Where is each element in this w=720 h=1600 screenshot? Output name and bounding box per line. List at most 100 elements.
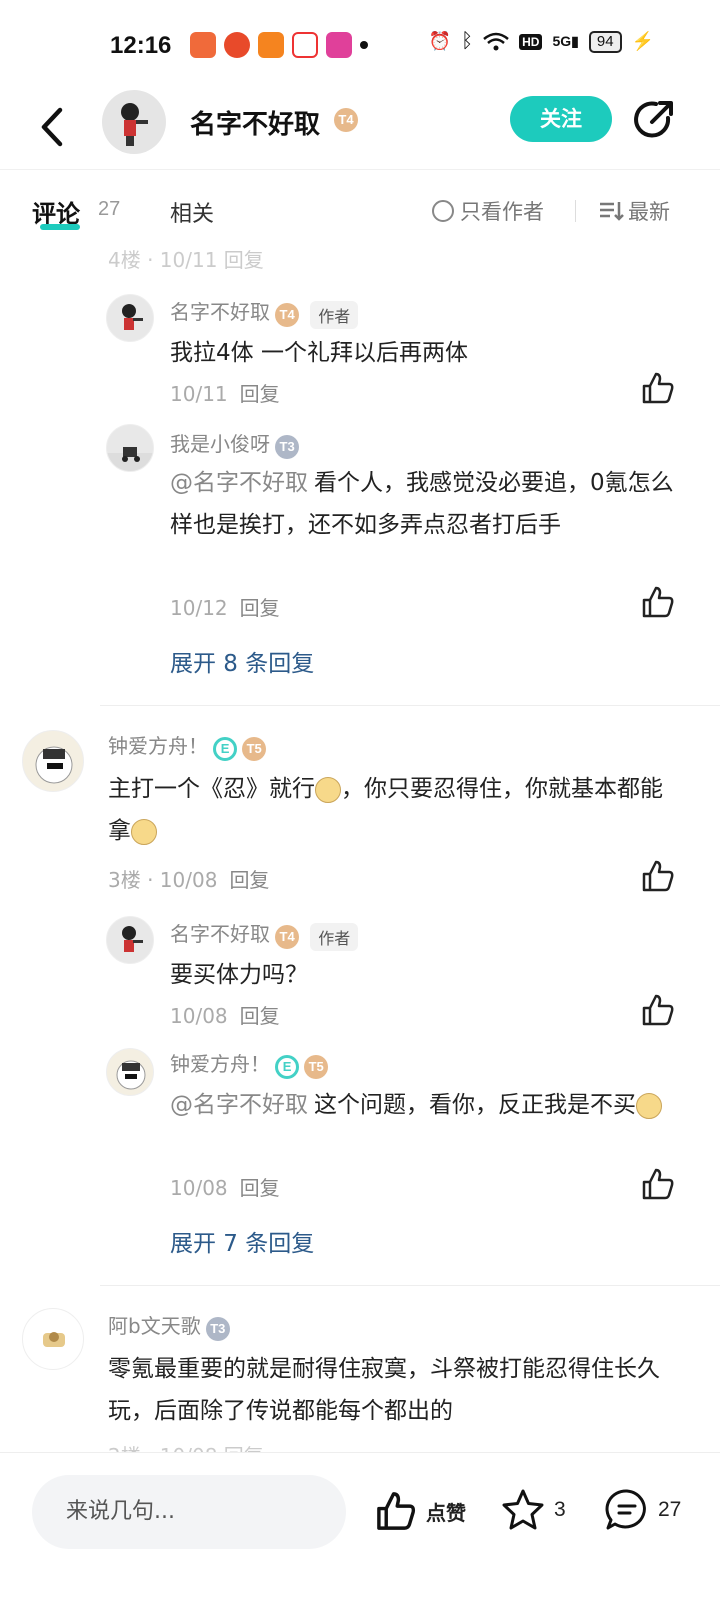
level-badge: T4 — [334, 108, 358, 132]
status-time: 12:16 — [110, 32, 172, 59]
reply-header: 名字不好取 T4 作者 — [170, 918, 359, 951]
comment-text: 主打一个《忍》就行 ，你只要忍得住，你就基本都能拿 — [108, 768, 668, 852]
divider — [575, 200, 576, 222]
level-badge: T5 — [242, 736, 267, 761]
reply-text: 要买体力吗？ — [170, 962, 308, 988]
app-icon — [190, 32, 216, 58]
like-icon[interactable] — [640, 370, 676, 406]
star-icon — [502, 1489, 544, 1530]
tab-related[interactable]: 相关 — [170, 196, 214, 228]
avatar[interactable] — [106, 424, 154, 472]
notification-icons — [190, 32, 368, 58]
comment-meta: 3楼 · 10/08 回复 — [108, 864, 269, 893]
bottom-action-bar: 来说几句... 点赞 3 27 — [0, 1452, 720, 1600]
hd-icon: HD — [519, 33, 543, 50]
divider — [100, 705, 720, 706]
reply-date: 10/11 — [170, 382, 228, 406]
status-bar: 12:16 ⏰ ᛒ HD 5G▮ 94 ⚡ — [0, 0, 720, 90]
username[interactable]: 阿b文天歌 — [108, 1314, 201, 1338]
expand-replies-button[interactable]: 展开 8 条回复 — [170, 644, 314, 678]
sort-toggle[interactable]: 最新 — [598, 196, 670, 226]
comment-header: 阿b文天歌 T3 — [108, 1310, 230, 1341]
reply-button[interactable]: 回复 — [240, 1176, 280, 1200]
app-icon — [258, 32, 284, 58]
divider — [100, 1285, 720, 1286]
emoji-icon — [636, 1092, 662, 1119]
avatar[interactable] — [106, 916, 154, 964]
avatar[interactable] — [106, 1048, 154, 1096]
floor-date: 3楼 · 10/08 — [108, 868, 218, 892]
comments-button[interactable]: 27 — [604, 1487, 681, 1533]
username[interactable]: 钟爱方舟！ — [108, 734, 208, 758]
mention-link[interactable]: @名字不好取 — [170, 1092, 308, 1118]
reply-date: 10/12 — [170, 596, 228, 620]
avatar[interactable] — [22, 1308, 84, 1370]
level-badge: T5 — [304, 1054, 329, 1079]
comment-total: 27 — [658, 1498, 682, 1521]
bluetooth-icon: ᛒ — [461, 30, 474, 52]
comment-bubble-icon — [605, 1489, 646, 1530]
signal-icon: 5G▮ — [552, 33, 579, 49]
reply-meta: 10/12 回复 — [170, 592, 280, 621]
reply-date: 10/08 — [170, 1176, 228, 1200]
reply-meta: 10/11 回复 — [170, 378, 280, 407]
level-badge: T4 — [275, 302, 300, 327]
author-name[interactable]: 名字不好取 — [190, 104, 320, 141]
like-button[interactable]: 点赞 — [374, 1489, 466, 1533]
wifi-icon — [483, 32, 509, 50]
only-author-label: 只看作者 — [460, 200, 544, 224]
radio-icon — [432, 200, 454, 222]
badge-icon: E — [275, 1054, 300, 1079]
like-icon[interactable] — [640, 584, 676, 620]
comment-input[interactable]: 来说几句... — [32, 1475, 346, 1549]
app-icon — [292, 32, 318, 58]
more-dot-icon — [360, 41, 368, 49]
alarm-icon: ⏰ — [428, 31, 452, 51]
app-icon — [224, 32, 250, 58]
comment-tabs: 评论 27 相关 只看作者 最新 — [0, 190, 720, 240]
comment-meta: 2楼 · 10/08 回复 — [108, 1440, 264, 1452]
mention-link[interactable]: @名字不好取 — [170, 470, 308, 496]
reply-button[interactable]: 回复 — [229, 868, 269, 892]
username[interactable]: 名字不好取 — [170, 922, 270, 946]
share-icon[interactable] — [632, 98, 676, 142]
author-avatar[interactable] — [102, 90, 166, 154]
comment-header: 钟爱方舟！ E T5 — [108, 730, 267, 761]
battery-indicator: 94 — [588, 30, 622, 53]
emoji-icon — [315, 776, 341, 803]
status-right: ⏰ ᛒ HD 5G▮ 94 ⚡ — [429, 30, 654, 53]
reply-header: 我是小俊呀 T3 — [170, 428, 300, 459]
sort-label: 最新 — [628, 200, 670, 224]
badge-icon: E — [213, 736, 238, 761]
like-icon[interactable] — [640, 858, 676, 894]
favorite-button[interactable]: 3 — [500, 1487, 566, 1533]
author-tag: 作者 — [310, 300, 359, 329]
author-tag: 作者 — [310, 922, 359, 951]
back-button[interactable] — [34, 102, 74, 152]
thumbs-up-icon — [377, 1492, 416, 1530]
star-count: 3 — [554, 1498, 566, 1521]
comment-list: 4楼 · 10/11 回复 名字不好取 T4 作者 我拉4体 一个礼拜以后再两体… — [0, 240, 720, 1452]
reply-text: 我拉4体 一个礼拜以后再两体 — [170, 340, 468, 366]
username[interactable]: 钟爱方舟！ — [170, 1052, 270, 1076]
level-badge: T3 — [275, 434, 300, 459]
like-icon[interactable] — [640, 1166, 676, 1202]
like-icon[interactable] — [640, 992, 676, 1028]
username[interactable]: 我是小俊呀 — [170, 432, 270, 456]
expand-replies-button[interactable]: 展开 7 条回复 — [170, 1224, 314, 1258]
reply-button[interactable]: 回复 — [240, 382, 280, 406]
comment-body: 主打一个《忍》就行 — [108, 776, 315, 802]
reply-text: @名字不好取 看个人，我感觉没必要追，0氪怎么样也是挨打，还不如多弄点忍者打后手 — [170, 462, 675, 546]
reply-body: 这个问题，看你，反正我是不买 — [314, 1092, 636, 1118]
reply-button[interactable]: 回复 — [240, 1004, 280, 1028]
username[interactable]: 名字不好取 — [170, 300, 270, 324]
follow-button[interactable]: 关注 — [510, 96, 612, 142]
active-tab-indicator — [40, 224, 80, 230]
avatar[interactable] — [22, 730, 84, 792]
avatar[interactable] — [106, 294, 154, 342]
reply-button[interactable]: 回复 — [240, 596, 280, 620]
reply-date: 10/08 — [170, 1004, 228, 1028]
only-author-toggle[interactable]: 只看作者 — [432, 196, 544, 226]
reply-meta: 10/08 回复 — [170, 1172, 280, 1201]
reply-text: @名字不好取 这个问题，看你，反正我是不买 — [170, 1084, 675, 1126]
